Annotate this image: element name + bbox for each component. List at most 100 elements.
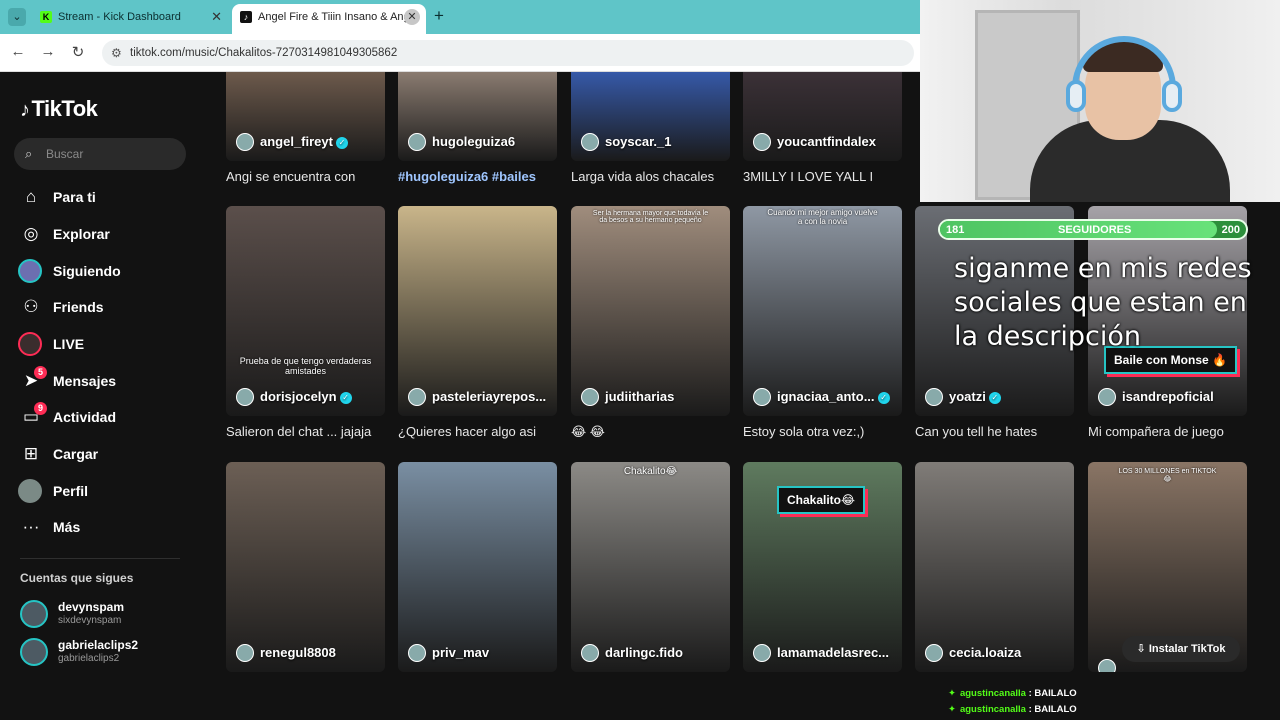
reload-icon[interactable]: ↻ (68, 43, 88, 61)
video-thumbnail[interactable]: youcantfindalex (743, 72, 902, 161)
tab-close-icon[interactable]: ✕ (404, 9, 420, 25)
video-author[interactable]: isandrepoficial (1098, 388, 1214, 406)
video-thumbnail[interactable]: pasteleriayrepos... (398, 206, 557, 416)
avatar (20, 638, 48, 666)
video-caption[interactable]: Mi compañera de juego (1088, 424, 1247, 439)
nav-perfil[interactable]: Perfil (18, 476, 190, 506)
avatar (581, 388, 599, 406)
video-author[interactable]: judiitharias (581, 388, 674, 406)
video-card[interactable]: priv_mav (398, 462, 557, 672)
avatar (408, 133, 426, 151)
video-thumbnail[interactable]: Prueba de que tengo verdaderas amistades… (226, 206, 385, 416)
new-tab-button[interactable]: + (434, 6, 444, 26)
tiktok-sidebar: ♪TikTok ⌕ Buscar ⌂ Para ti ◎ Explorar Si… (0, 72, 200, 720)
video-thumbnail[interactable]: renegul8808 (226, 462, 385, 672)
video-thumbnail[interactable]: priv_mav (398, 462, 557, 672)
nav-mas[interactable]: ··· Más (20, 512, 190, 542)
video-card[interactable]: hugoleguiza6 #hugoleguiza6 #bailes (398, 72, 557, 184)
video-caption[interactable]: ¿Quieres hacer algo asi (398, 424, 557, 439)
tiktok-favicon-icon: ♪ (240, 11, 252, 23)
nav-para-ti[interactable]: ⌂ Para ti (20, 182, 190, 212)
browser-tab-tiktok[interactable]: ♪ Angel Fire & Tiiin Insano & Ang ✕ (232, 4, 426, 34)
nav-friends[interactable]: ⚇ Friends (20, 292, 190, 322)
video-author[interactable]: priv_mav (408, 644, 489, 662)
video-caption[interactable]: Angi se encuentra con (226, 169, 385, 184)
video-sticker: Chakalito😂 (777, 486, 866, 514)
nav-mensajes[interactable]: ➤ 5 Mensajes (20, 366, 190, 396)
video-card[interactable]: Cuando mi mejor amigo vuelve a con la no… (743, 206, 902, 439)
avatar (753, 133, 771, 151)
video-author[interactable]: renegul8808 (236, 644, 336, 662)
followers-goal-bar: 181 SEGUIDORES 200 (938, 219, 1248, 240)
browser-tab-kick[interactable]: K Stream - Kick Dashboard ✕ (32, 4, 230, 34)
video-card[interactable]: renegul8808 (226, 462, 385, 672)
video-author[interactable]: hugoleguiza6 (408, 133, 515, 151)
search-icon: ⌕ (25, 146, 33, 161)
video-author[interactable]: angel_fireyt ✓ (236, 133, 348, 151)
video-thumbnail[interactable]: angel_fireyt ✓ (226, 72, 385, 161)
nav-explorar[interactable]: ◎ Explorar (20, 219, 190, 249)
nav-siguiendo[interactable]: Siguiendo (18, 256, 190, 286)
video-card[interactable]: youcantfindalex 3MILLY I LOVE YALL I (743, 72, 902, 184)
tiktok-logo[interactable]: ♪TikTok (20, 96, 98, 122)
video-card[interactable]: pasteleriayrepos... ¿Quieres hacer algo … (398, 206, 557, 439)
avatar (236, 388, 254, 406)
video-author[interactable]: soyscar._1 (581, 133, 672, 151)
back-icon[interactable]: ← (8, 43, 28, 60)
video-thumbnail[interactable]: Cuando mi mejor amigo vuelve a con la no… (743, 206, 902, 416)
following-account[interactable]: gabrielaclips2 gabrielaclips2 (20, 636, 190, 670)
video-card[interactable]: Prueba de que tengo verdaderas amistades… (226, 206, 385, 439)
video-author[interactable]: ignaciaa_anto... ✓ (753, 388, 890, 406)
tab-search-button[interactable]: ⌄ (8, 8, 26, 26)
following-account[interactable]: devynspam sixdevynspam (20, 598, 190, 632)
nav-live[interactable]: LIVE (18, 329, 190, 359)
video-thumbnail[interactable]: Chakalito😂 lamamadelasrec... (743, 462, 902, 672)
video-card[interactable]: angel_fireyt ✓ Angi se encuentra con (226, 72, 385, 184)
account-handle: sixdevynspam (58, 615, 122, 626)
video-thumbnail[interactable]: cecia.loaiza (915, 462, 1074, 672)
nav-cargar[interactable]: ⊞ Cargar (20, 439, 190, 469)
url-field[interactable]: ⚙ tiktok.com/music/Chakalitos-7270314981… (102, 40, 914, 66)
avatar (581, 133, 599, 151)
video-author[interactable]: pasteleriayrepos... (408, 388, 546, 406)
chat-message: ✦ agustincanalla : BAILALO (948, 704, 1077, 715)
video-author[interactable]: cecia.loaiza (925, 644, 1021, 662)
tab-close-icon[interactable]: ✕ (211, 4, 222, 30)
video-caption[interactable]: Can you tell he hates (915, 424, 1074, 439)
video-overlay-text: Prueba de que tengo verdaderas amistades (239, 356, 372, 376)
chat-badge-icon: ✦ (948, 704, 956, 715)
avatar (1098, 659, 1116, 672)
video-caption[interactable]: 😂 😂 (571, 424, 730, 440)
video-author[interactable]: darlingc.fido (581, 644, 683, 662)
video-card[interactable]: Chakalito😂 lamamadelasrec... (743, 462, 902, 672)
video-thumbnail[interactable]: soyscar._1 (571, 72, 730, 161)
avatar (753, 388, 771, 406)
video-caption[interactable]: 3MILLY I LOVE YALL I (743, 169, 902, 184)
video-caption[interactable]: Estoy sola otra vez:,) (743, 424, 902, 439)
browser-tab-bar: ⌄ K Stream - Kick Dashboard ✕ ♪ Angel Fi… (0, 0, 920, 34)
video-author[interactable]: youcantfindalex (753, 133, 876, 151)
video-author[interactable]: lamamadelasrec... (753, 644, 889, 662)
search-placeholder: Buscar (46, 147, 84, 161)
video-thumbnail[interactable]: Chakalito😂 darlingc.fido (571, 462, 730, 672)
forward-icon[interactable]: → (38, 43, 58, 60)
video-thumbnail[interactable]: Ser la hermana mayor que todavía le da b… (571, 206, 730, 416)
video-thumbnail[interactable]: hugoleguiza6 (398, 72, 557, 161)
video-caption[interactable]: Salieron del chat ... jajaja (226, 424, 385, 439)
avatar (236, 133, 254, 151)
video-card[interactable]: soyscar._1 Larga vida alos chacales (571, 72, 730, 184)
video-caption[interactable]: Larga vida alos chacales (571, 169, 730, 184)
video-card[interactable]: Chakalito😂 darlingc.fido (571, 462, 730, 672)
video-card[interactable]: cecia.loaiza (915, 462, 1074, 672)
verified-icon: ✓ (335, 137, 348, 149)
search-input[interactable]: ⌕ Buscar (14, 138, 186, 170)
nav-actividad[interactable]: ▭ 9 Actividad (20, 402, 190, 432)
install-tiktok-button[interactable]: ⇩ Instalar TikTok (1122, 636, 1240, 662)
video-card[interactable]: Ser la hermana mayor que todavía le da b… (571, 206, 730, 440)
sidebar-divider (20, 558, 180, 559)
video-author[interactable]: yoatzi ✓ (925, 388, 1001, 406)
video-caption[interactable]: #hugoleguiza6 #bailes (398, 169, 557, 184)
site-info-icon[interactable]: ⚙ (111, 40, 122, 66)
verified-icon: ✓ (877, 392, 890, 404)
video-author[interactable]: dorisjocelyn ✓ (236, 388, 352, 406)
